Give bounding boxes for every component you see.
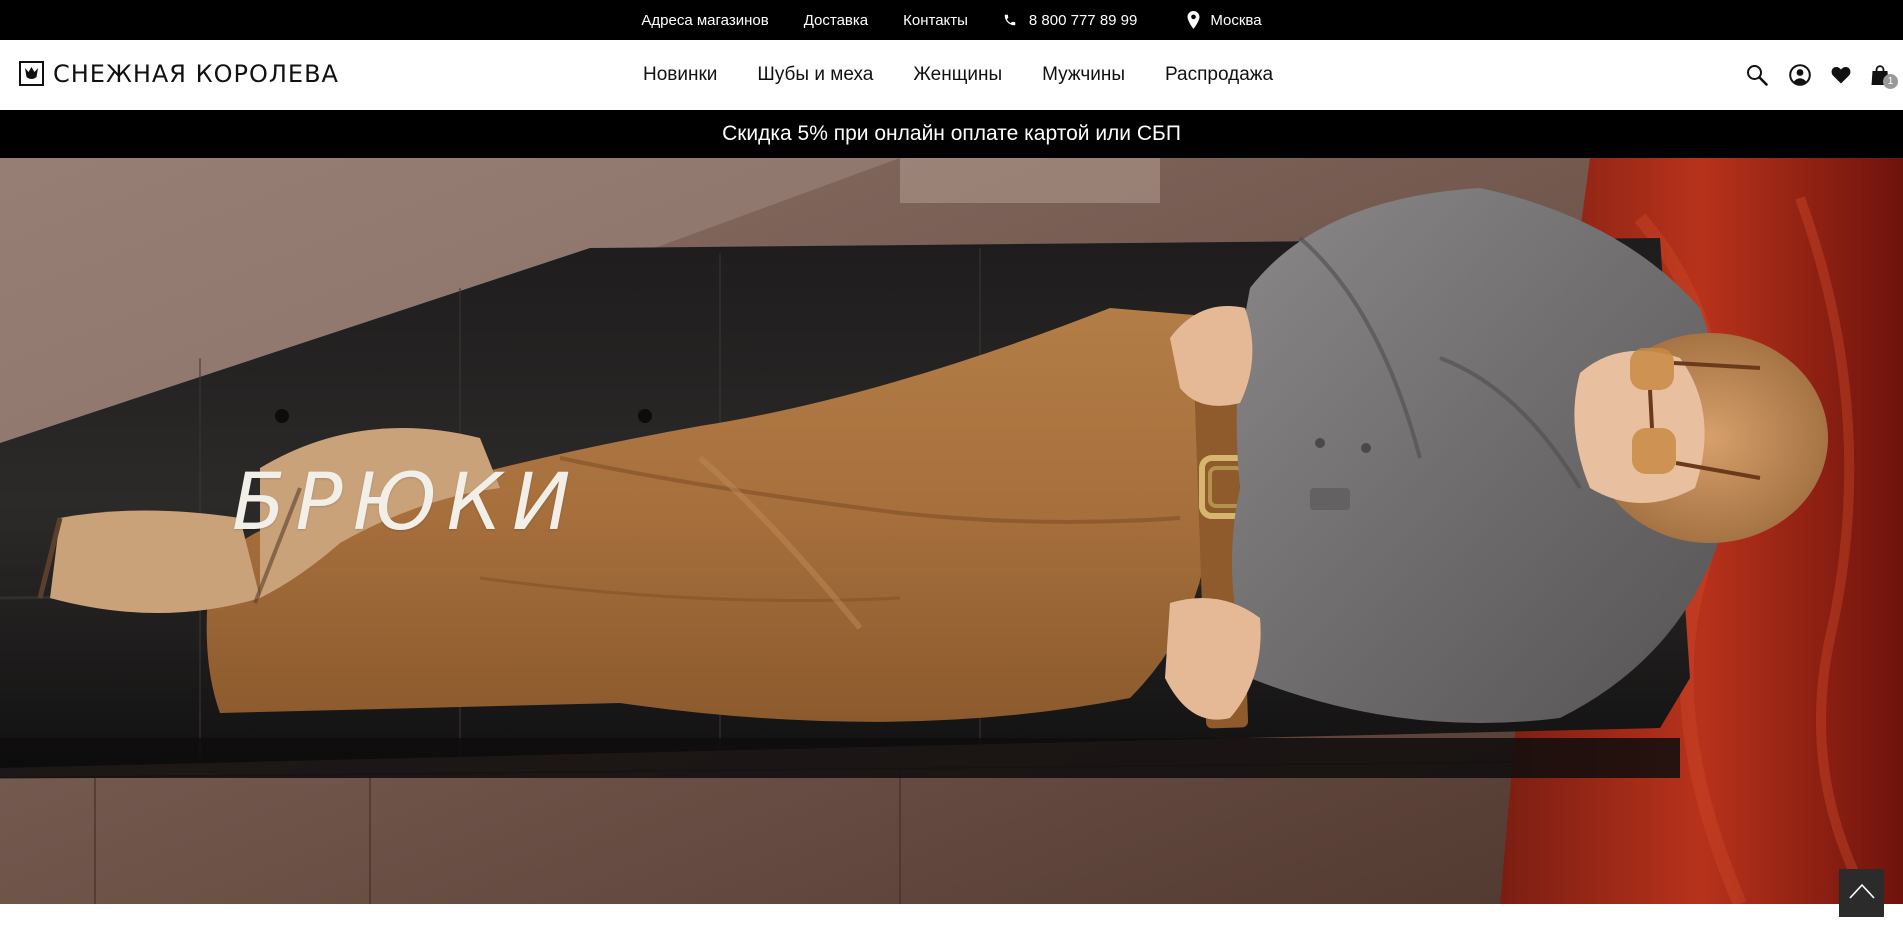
cart-count-badge: 1 (1883, 73, 1898, 89)
crown-logo-icon (19, 61, 44, 86)
delivery-link[interactable]: Доставка (804, 12, 868, 29)
phone-number: 8 800 777 89 99 (1028, 11, 1138, 29)
stores-link[interactable]: Адреса магазинов (641, 12, 768, 29)
shopping-bag-icon[interactable]: 1 (1871, 64, 1898, 89)
search-icon[interactable] (1746, 64, 1768, 86)
header-actions: 1 (1746, 40, 1898, 110)
chevron-up-icon (1848, 883, 1875, 904)
main-navigation: Новинки Шубы и меха Женщины Мужчины Расп… (643, 40, 1273, 110)
city-label: Москва (1210, 11, 1262, 29)
nav-item-sale[interactable]: Распродажа (1165, 64, 1273, 86)
user-icon[interactable] (1789, 64, 1811, 86)
hero-banner[interactable]: БРЮКИ (0, 158, 1903, 904)
phone-icon (1003, 13, 1017, 27)
hero-title: БРЮКИ (232, 458, 581, 548)
promo-text: Скидка 5% при онлайн оплате картой или С… (722, 122, 1181, 145)
nav-item-furs[interactable]: Шубы и меха (757, 64, 873, 86)
logo-text: СНЕЖНАЯ КОРОЛЕВА (53, 59, 339, 88)
nav-item-women[interactable]: Женщины (913, 64, 1002, 86)
nav-item-men[interactable]: Мужчины (1042, 64, 1125, 86)
location-pin-icon (1187, 11, 1200, 29)
site-logo[interactable]: СНЕЖНАЯ КОРОЛЕВА (19, 61, 339, 86)
nav-item-new[interactable]: Новинки (643, 64, 717, 86)
city-selector[interactable]: Москва (1187, 11, 1262, 29)
contacts-link[interactable]: Контакты (903, 12, 968, 29)
promo-banner[interactable]: Скидка 5% при онлайн оплате картой или С… (0, 110, 1903, 158)
scroll-to-top-button[interactable] (1839, 869, 1884, 917)
phone-link[interactable]: 8 800 777 89 99 (1003, 12, 1137, 29)
heart-icon[interactable] (1831, 66, 1851, 84)
top-utility-bar: Адреса магазинов Доставка Контакты 8 800… (0, 0, 1903, 40)
main-header: СНЕЖНАЯ КОРОЛЕВА Новинки Шубы и меха Жен… (0, 40, 1903, 110)
